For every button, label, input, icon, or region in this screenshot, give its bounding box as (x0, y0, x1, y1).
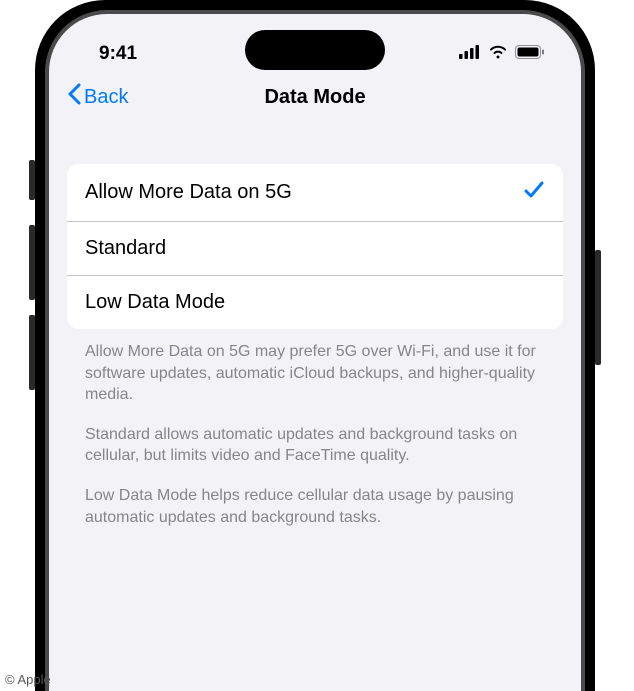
option-label: Standard (85, 237, 166, 260)
cellular-signal-icon (459, 45, 481, 64)
option-label: Allow More Data on 5G (85, 181, 292, 204)
option-low-data-mode[interactable]: Low Data Mode (67, 276, 563, 329)
dynamic-island (245, 30, 385, 70)
phone-inner-frame: 9:41 Bac (45, 10, 585, 691)
option-allow-more-5g[interactable]: Allow More Data on 5G (67, 164, 563, 222)
back-chevron-icon (67, 83, 82, 111)
content-area: Allow More Data on 5G Standard Low Data … (49, 124, 581, 528)
nav-title: Data Mode (264, 86, 365, 109)
power-button[interactable] (595, 250, 601, 365)
wifi-icon (488, 44, 508, 64)
battery-icon (515, 45, 545, 64)
back-label: Back (84, 86, 128, 109)
phone-screen: 9:41 Bac (49, 14, 581, 691)
copyright-text: © Apple (5, 672, 51, 687)
back-button[interactable]: Back (67, 83, 128, 111)
option-standard[interactable]: Standard (67, 222, 563, 276)
data-mode-options: Allow More Data on 5G Standard Low Data … (67, 164, 563, 329)
checkmark-icon (523, 179, 545, 206)
footer-paragraph: Low Data Mode helps reduce cellular data… (85, 485, 545, 528)
footer-paragraph: Standard allows automatic updates and ba… (85, 424, 545, 467)
footer-description: Allow More Data on 5G may prefer 5G over… (67, 329, 563, 528)
nav-bar: Back Data Mode (49, 74, 581, 124)
phone-frame: 9:41 Bac (35, 0, 595, 691)
status-time: 9:41 (99, 43, 137, 65)
option-label: Low Data Mode (85, 291, 225, 314)
footer-paragraph: Allow More Data on 5G may prefer 5G over… (85, 341, 545, 406)
status-icons (459, 44, 545, 64)
